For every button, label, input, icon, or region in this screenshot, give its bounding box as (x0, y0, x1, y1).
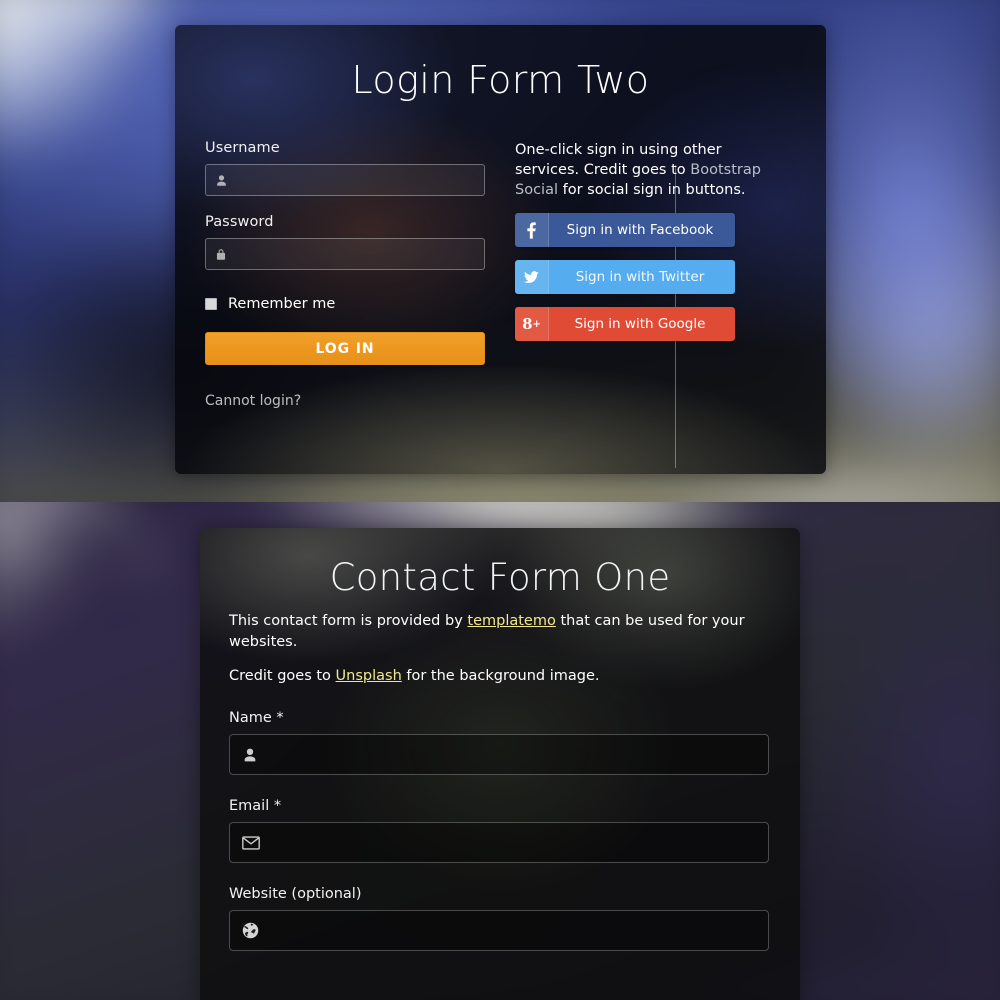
email-input[interactable] (260, 834, 768, 851)
templatemo-link[interactable]: templatemo (467, 613, 555, 629)
user-icon (242, 747, 258, 763)
password-input[interactable] (227, 246, 484, 262)
contact-body: This contact form is provided by templat… (229, 611, 771, 951)
remember-me-label: Remember me (228, 296, 336, 312)
social-intro-line3: sign in buttons. (633, 182, 746, 198)
login-submit-button[interactable]: LOG IN (205, 332, 485, 365)
name-input[interactable] (258, 746, 768, 763)
contact-title: Contact Form One (329, 556, 671, 599)
contact-paragraph-2: Credit goes to Unsplash for the backgrou… (229, 666, 771, 687)
username-input-wrap[interactable] (205, 164, 485, 196)
google-signin-label: Sign in with Google (574, 316, 706, 332)
password-label: Password (205, 214, 274, 230)
remember-me-row[interactable]: Remember me (205, 296, 485, 312)
globe-icon (242, 922, 259, 939)
username-label: Username (205, 140, 280, 156)
twitter-signin-button[interactable]: Sign in with Twitter (515, 260, 735, 294)
social-column: One-click sign in using other services. … (515, 140, 795, 341)
social-intro-line2-prefix: Credit goes to (583, 162, 691, 178)
login-card: Login Form Two Username Password Remembe… (175, 25, 826, 474)
username-input[interactable] (228, 172, 484, 188)
google-signin-button[interactable]: 8 + Sign in with Google (515, 307, 735, 341)
email-label: Email * (229, 798, 282, 814)
twitter-icon (515, 260, 548, 294)
contact-p2-prefix: Credit goes to (229, 668, 336, 684)
unsplash-link[interactable]: Unsplash (336, 668, 402, 684)
contact-p2-suffix: for the background image. (401, 668, 600, 684)
password-input-wrap[interactable] (205, 238, 485, 270)
user-icon (215, 174, 228, 187)
name-input-wrap[interactable] (229, 734, 769, 775)
social-intro-line2-suffix: for social (558, 182, 629, 198)
google-plus-icon: 8 + (515, 307, 548, 341)
website-label: Website (optional) (229, 886, 362, 902)
contact-p1-prefix: This contact form is provided by (229, 613, 468, 629)
envelope-icon (242, 835, 260, 850)
login-form-column: Username Password Remember me LOG IN Can… (205, 140, 485, 409)
remember-me-checkbox[interactable] (205, 298, 217, 310)
contact-section: Contact Form One This contact form is pr… (0, 502, 1000, 1000)
cannot-login-link[interactable]: Cannot login? (205, 393, 301, 409)
email-input-wrap[interactable] (229, 822, 769, 863)
website-input[interactable] (259, 922, 768, 939)
page-root: Login Form Two Username Password Remembe… (0, 0, 1000, 1000)
website-input-wrap[interactable] (229, 910, 769, 951)
facebook-icon (515, 213, 548, 247)
twitter-signin-label: Sign in with Twitter (575, 269, 705, 285)
lock-icon (215, 248, 227, 261)
contact-card: Contact Form One This contact form is pr… (200, 528, 800, 1000)
name-label: Name * (229, 710, 284, 726)
facebook-signin-label: Sign in with Facebook (566, 222, 714, 238)
social-intro-text: One-click sign in using other services. … (515, 140, 787, 200)
login-section: Login Form Two Username Password Remembe… (0, 0, 1000, 502)
contact-paragraph-1: This contact form is provided by templat… (229, 611, 771, 653)
facebook-signin-button[interactable]: Sign in with Facebook (515, 213, 735, 247)
login-title: Login Form Two (351, 58, 650, 102)
